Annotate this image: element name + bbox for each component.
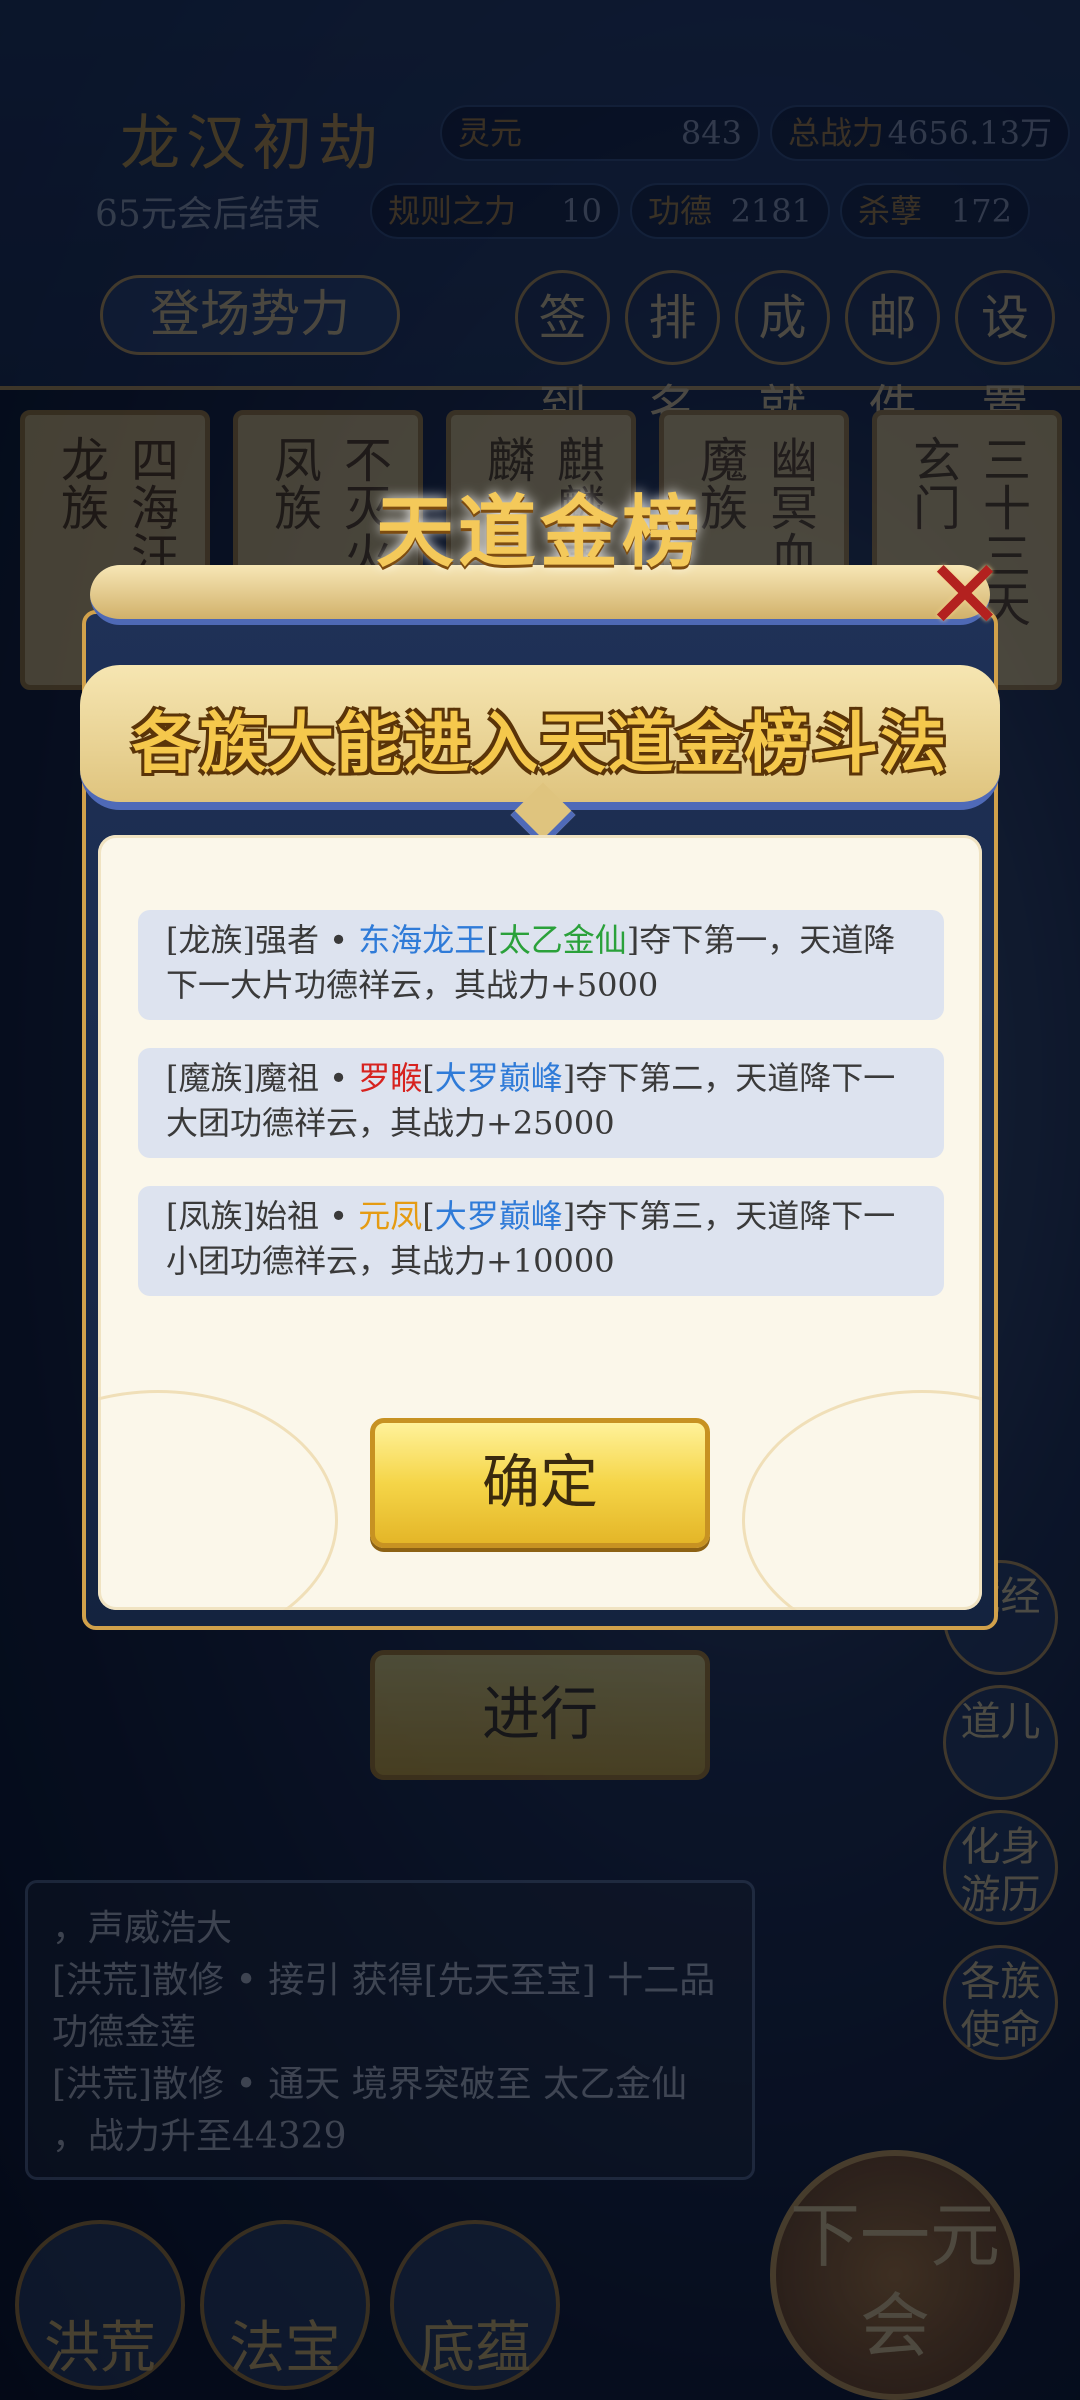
entry-person: 罗睺 — [358, 1059, 423, 1097]
decorative-swirl-left — [98, 1390, 338, 1610]
ranking-entry-3: [凤族]始祖 • 元凤[大罗巅峰]夺下第三，天道降下一小团功德祥云，其战力+10… — [138, 1186, 944, 1296]
entry-faction: [凤族] — [166, 1197, 255, 1235]
entry-bracket-close: ] — [562, 1059, 576, 1097]
ranking-entry-1: [龙族]强者 • 东海龙王[太乙金仙]夺下第一，天道降下一大片功德祥云，其战力+… — [138, 910, 944, 1020]
ranking-entry-2: [魔族]魔祖 • 罗睺[大罗巅峰]夺下第二，天道降下一大团功德祥云，其战力+25… — [138, 1048, 944, 1158]
entry-bracket-open: [ — [422, 1059, 435, 1097]
entry-role: 强者 • — [254, 921, 359, 959]
entry-faction: [魔族] — [166, 1059, 255, 1097]
entry-rank: 大罗巅峰 — [434, 1059, 563, 1097]
entry-rank: 太乙金仙 — [498, 921, 627, 959]
close-icon[interactable]: ✕ — [920, 547, 1010, 643]
entry-bracket-close: ] — [626, 921, 640, 959]
entry-person: 东海龙王 — [358, 921, 487, 959]
entry-rank: 大罗巅峰 — [434, 1197, 563, 1235]
entry-bracket-open: [ — [422, 1197, 435, 1235]
entry-person: 元凤 — [358, 1197, 423, 1235]
modal-title: 天道金榜 — [375, 487, 704, 578]
entry-bracket-close: ] — [562, 1197, 576, 1235]
entry-role: 始祖 • — [254, 1197, 359, 1235]
entry-role: 魔祖 • — [254, 1059, 359, 1097]
entry-bracket-open: [ — [486, 921, 499, 959]
confirm-button[interactable]: 确定 — [370, 1418, 710, 1548]
decorative-swirl-right — [742, 1390, 982, 1610]
entry-faction: [龙族] — [166, 921, 255, 959]
modal-headline: 各族大能进入天道金榜斗法 — [132, 704, 948, 782]
